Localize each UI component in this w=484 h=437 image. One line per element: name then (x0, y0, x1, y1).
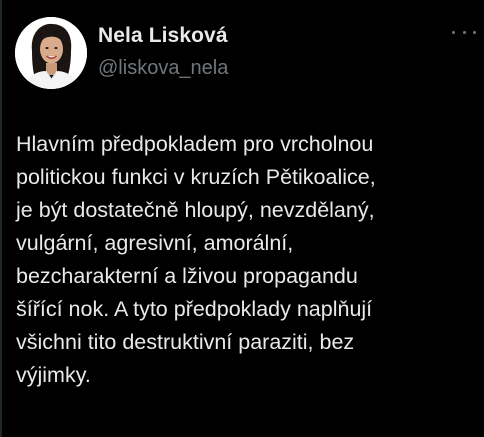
left-edge-divider (0, 0, 2, 437)
tweet-card: Nela Lisková @liskova_nela Hlavním předp… (0, 0, 484, 437)
avatar[interactable] (15, 17, 87, 89)
author-name[interactable]: Nela Lisková (98, 24, 228, 48)
more-dot (452, 30, 455, 34)
tweet-text: Hlavním předpokladem pro vrcholnou polit… (16, 132, 376, 387)
avatar-photo (15, 17, 87, 89)
more-dot (473, 30, 476, 34)
author-handle[interactable]: @liskova_nela (98, 57, 228, 80)
more-horizontal-icon[interactable] (452, 26, 476, 38)
more-dot (462, 30, 466, 34)
